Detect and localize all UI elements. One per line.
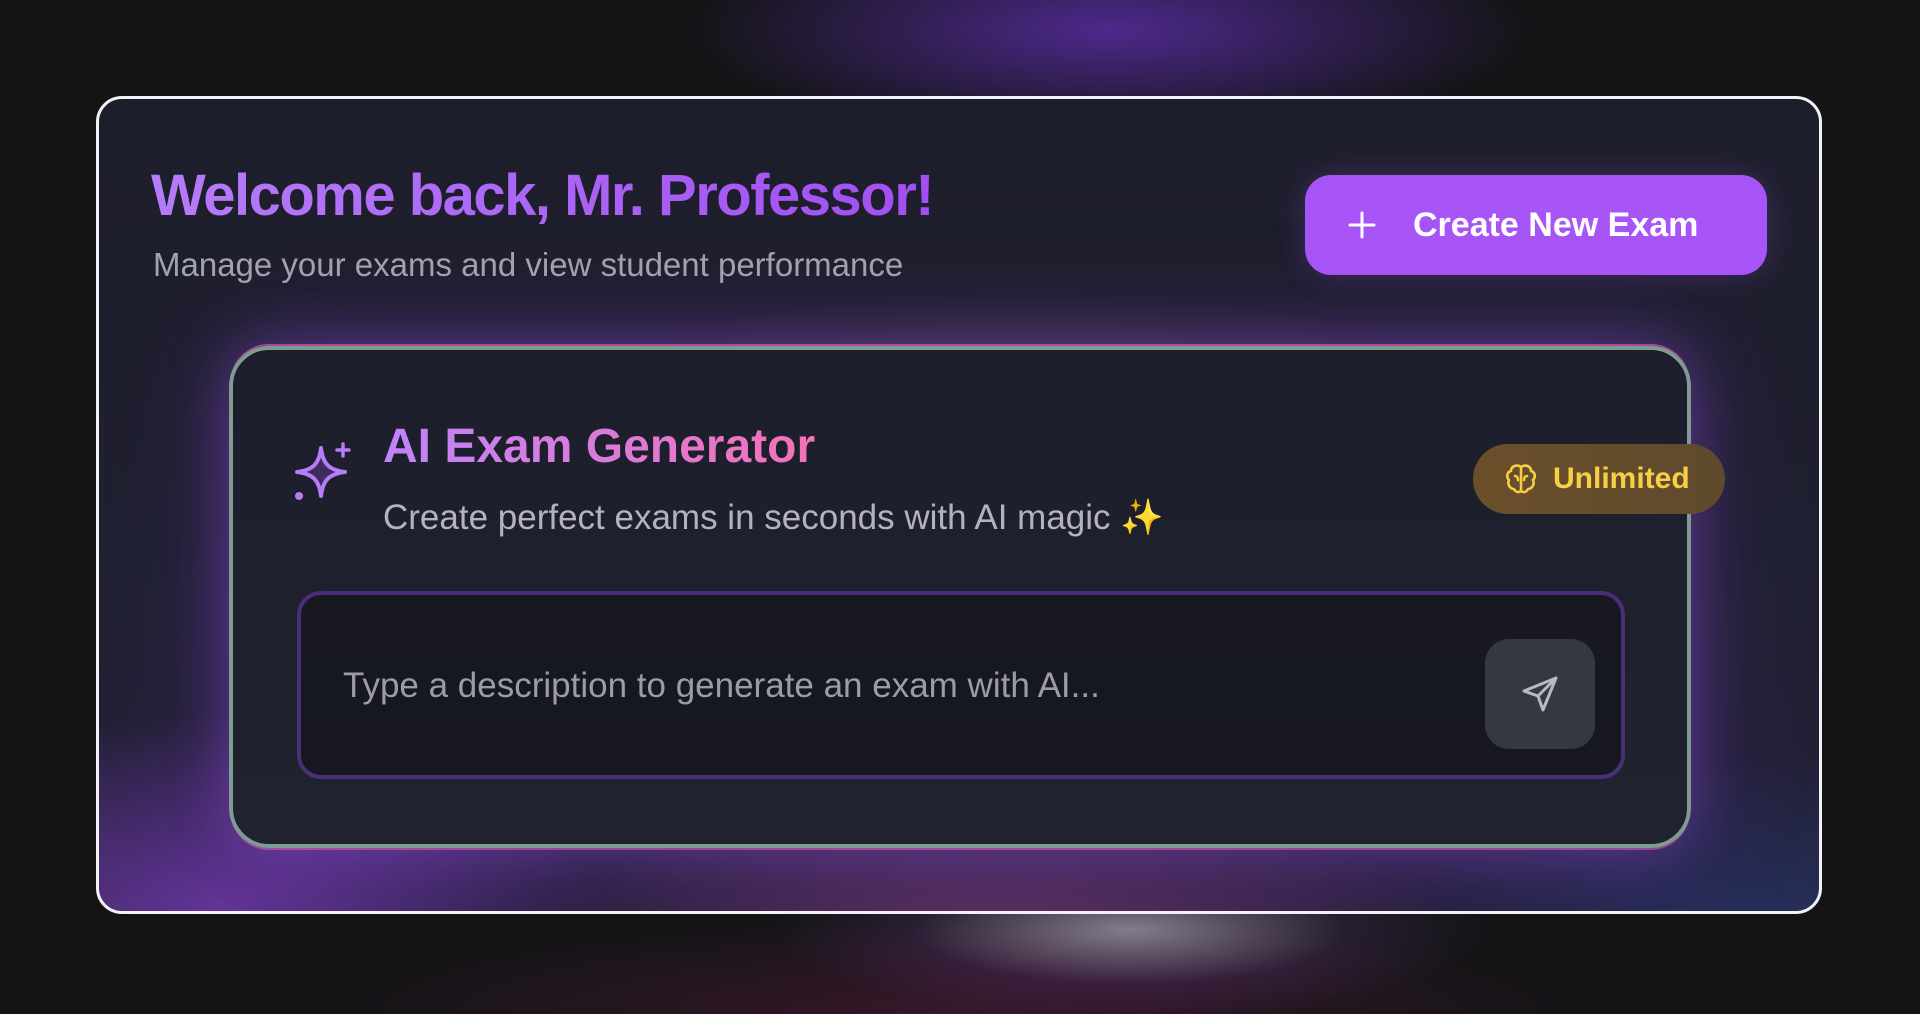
background: Welcome back, Mr. Professor! Manage your… [0,0,1920,1014]
unlimited-badge-label: Unlimited [1553,462,1690,495]
sparkles-emoji: ✨ [1120,498,1164,537]
welcome-subtitle: Manage your exams and view student perfo… [153,246,904,283]
ai-prompt-input[interactable] [341,645,1475,727]
send-icon [1522,676,1558,712]
unlimited-badge: Unlimited [1473,444,1725,514]
brain-icon [1505,464,1537,494]
ai-generator-subtitle: Create perfect exams in seconds with AI … [383,496,1164,540]
ai-generator-title: AI Exam Generator [383,418,815,476]
ai-generator-subtitle-text: Create perfect exams in seconds with AI … [383,498,1111,537]
send-button[interactable] [1485,639,1595,749]
ai-exam-generator-panel: AI Exam Generator Create perfect exams i… [229,346,1725,848]
sparkles-icon [295,442,351,500]
welcome-title: Welcome back, Mr. Professor! [151,161,935,231]
create-new-exam-label: Create New Exam [1413,205,1699,244]
dashboard-card: Welcome back, Mr. Professor! Manage your… [96,96,1822,914]
ai-prompt-box [297,591,1625,779]
plus-icon [1348,211,1376,239]
create-new-exam-button[interactable]: Create New Exam [1305,175,1767,275]
